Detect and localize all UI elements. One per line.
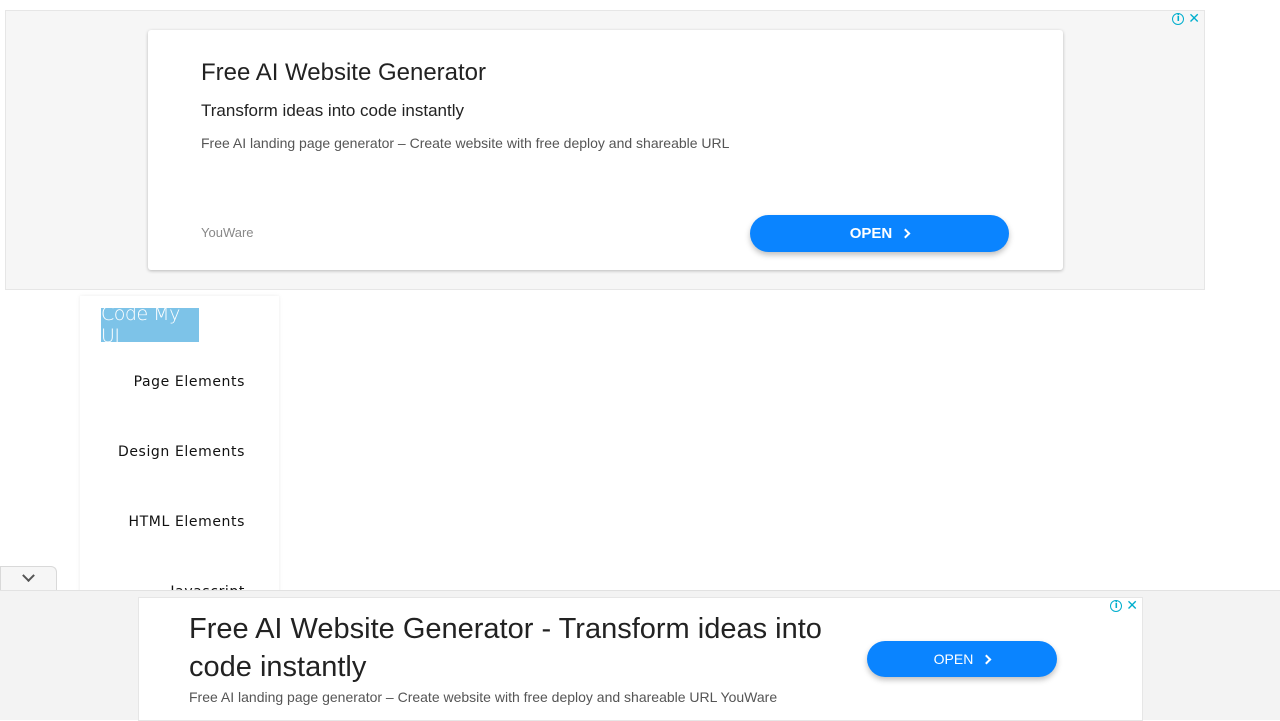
ad-title[interactable]: Free AI Website Generator bbox=[201, 59, 486, 87]
collapse-ad-toggle[interactable] bbox=[0, 566, 57, 590]
ad-brand: YouWare bbox=[201, 225, 254, 240]
chevron-down-icon bbox=[22, 569, 35, 583]
logo[interactable]: Code My UI bbox=[101, 303, 199, 347]
bottom-ad-card[interactable]: i ✕ Free AI Website Generator - Transfor… bbox=[138, 597, 1143, 721]
sidebar-nav: Code My UI Page Elements Design Elements… bbox=[80, 296, 279, 596]
sidebar-item-design-elements[interactable]: Design Elements bbox=[118, 444, 245, 460]
ad-description: Free AI landing page generator – Create … bbox=[201, 135, 730, 151]
chevron-right-icon bbox=[900, 228, 911, 239]
ad-choices: i ✕ bbox=[1172, 12, 1200, 26]
ad-card[interactable]: Free AI Website Generator Transform idea… bbox=[148, 30, 1063, 270]
ad-info-icon[interactable]: i bbox=[1110, 600, 1123, 612]
ad-info-icon[interactable]: i bbox=[1172, 13, 1185, 25]
ad-open-button[interactable]: OPEN bbox=[750, 215, 1009, 252]
chevron-right-icon bbox=[981, 654, 992, 664]
ad-open-label: OPEN bbox=[849, 225, 893, 242]
sidebar-item-html-elements[interactable]: HTML Elements bbox=[129, 514, 245, 530]
bottom-ad-title[interactable]: Free AI Website Generator - Transform id… bbox=[189, 610, 829, 686]
ad-close-icon[interactable]: ✕ bbox=[1126, 599, 1138, 613]
bottom-ad-open-button[interactable]: OPEN bbox=[867, 641, 1057, 677]
top-ad-banner: i ✕ Free AI Website Generator Transform … bbox=[5, 10, 1205, 290]
sidebar-item-page-elements[interactable]: Page Elements bbox=[134, 374, 245, 390]
bottom-ad-open-label: OPEN bbox=[933, 651, 974, 667]
ad-close-icon[interactable]: ✕ bbox=[1188, 12, 1200, 26]
bottom-ad-choices: i ✕ bbox=[1110, 599, 1138, 613]
ad-subtitle: Transform ideas into code instantly bbox=[201, 101, 464, 120]
bottom-ad-description: Free AI landing page generator – Create … bbox=[189, 689, 778, 705]
bottom-ad-bar: i ✕ Free AI Website Generator - Transfor… bbox=[0, 590, 1280, 721]
